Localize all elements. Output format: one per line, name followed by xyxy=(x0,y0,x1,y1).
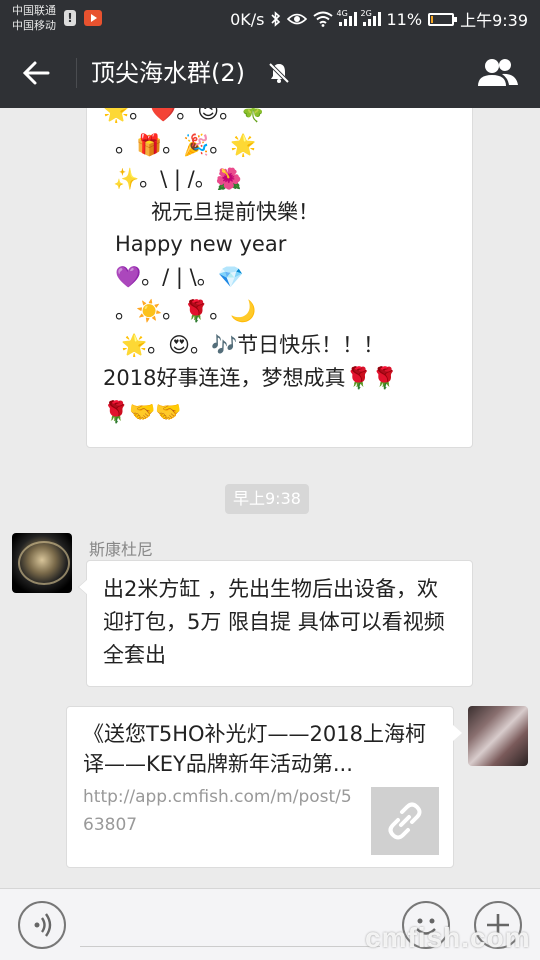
voice-button[interactable] xyxy=(18,901,66,949)
carrier-1: 中国联通 xyxy=(12,4,56,17)
bluetooth-icon xyxy=(270,11,280,27)
net-4g-label: 4G xyxy=(336,9,348,18)
sender-name: 斯康杜尼 xyxy=(89,540,154,559)
link-card-title: 《送您T5HO补光灯——2018上海柯译——KEY品牌新年活动第... xyxy=(83,722,426,776)
sender-avatar[interactable] xyxy=(12,533,72,593)
link-card-url: http://app.cmfish.com/m/post/563807 xyxy=(83,787,352,835)
message-timestamp: 早上9:38 xyxy=(225,484,309,514)
greeting-line-8: 🌟。😍。🎶节日快乐！！！ xyxy=(121,333,385,357)
clock: 上午9:39 xyxy=(460,11,528,30)
carrier-2: 中国移动 xyxy=(12,19,56,32)
greeting-line-5: Happy new year xyxy=(115,232,287,256)
greeting-line-7: 。☀️。🌹。🌙 xyxy=(115,299,257,323)
mute-bell-icon xyxy=(268,62,290,84)
net-speed: 0K/s xyxy=(230,9,265,29)
greeting-line-1: 🌟。❤️。😉。🍀 xyxy=(103,108,267,123)
video-app-icon xyxy=(84,10,102,26)
warning-icon: ! xyxy=(64,10,76,26)
signal-4g: 4G xyxy=(336,9,357,26)
link-icon xyxy=(388,802,422,840)
status-right: 0K/s 4G 2G 11% 上午9:39 xyxy=(230,0,528,38)
text-message-bubble[interactable]: 出2米方缸 ，先出生物后出设备，欢迎打包，5万 限自提 具体可以看视频 全套出 xyxy=(78,560,473,687)
voice-icon xyxy=(34,913,52,937)
greeting-line-10: 🌹🤝🤝 xyxy=(103,400,182,424)
my-avatar[interactable] xyxy=(468,706,528,766)
signal-2g: 2G xyxy=(360,9,381,26)
carrier-labels: 中国联通 中国移动 xyxy=(12,3,56,33)
members-icon xyxy=(478,59,518,86)
text-message-content: 出2米方缸 ，先出生物后出设备，欢迎打包，5万 限自提 具体可以看视频 全套出 xyxy=(103,577,445,667)
greeting-line-6: 💜。/ | \。💎 xyxy=(115,265,244,289)
back-button[interactable] xyxy=(14,54,58,92)
greeting-message-bubble[interactable]: 🌟。❤️。😉。🍀 。🎁。🎉。🌟 ✨。\ | /。🌺 祝元旦提前快樂！ Happy… xyxy=(86,108,473,448)
battery-percent: 11% xyxy=(386,9,423,29)
eye-icon xyxy=(286,13,307,25)
greeting-line-3: ✨。\ | /。🌺 xyxy=(113,167,242,191)
header-divider xyxy=(76,58,77,88)
link-card-thumbnail xyxy=(371,787,439,855)
greeting-line-4: 祝元旦提前快樂！ xyxy=(151,200,319,224)
net-2g-label: 2G xyxy=(360,9,372,18)
battery-icon xyxy=(428,12,458,26)
message-list[interactable]: 🌟。❤️。😉。🍀 。🎁。🎉。🌟 ✨。\ | /。🌺 祝元旦提前快樂！ Happy… xyxy=(0,108,540,888)
link-card-message[interactable]: 《送您T5HO补光灯——2018上海柯译——KEY品牌新年活动第... http… xyxy=(66,706,462,868)
chat-header: 顶尖海水群(2) xyxy=(0,38,540,108)
message-input[interactable] xyxy=(80,946,380,947)
status-bar: 中国联通 中国移动 ! 0K/s 4G 2G 11% 上午9:39 xyxy=(0,0,540,38)
watermark: cmfish.com xyxy=(365,922,531,953)
chat-members-button[interactable] xyxy=(474,54,522,92)
greeting-line-9: 2018好事连连，梦想成真🌹🌹 xyxy=(103,366,398,390)
wifi-icon xyxy=(312,11,333,27)
greeting-line-2: 。🎁。🎉。🌟 xyxy=(115,133,257,157)
back-arrow-icon xyxy=(22,61,50,85)
chat-title: 顶尖海水群(2) xyxy=(91,59,245,87)
